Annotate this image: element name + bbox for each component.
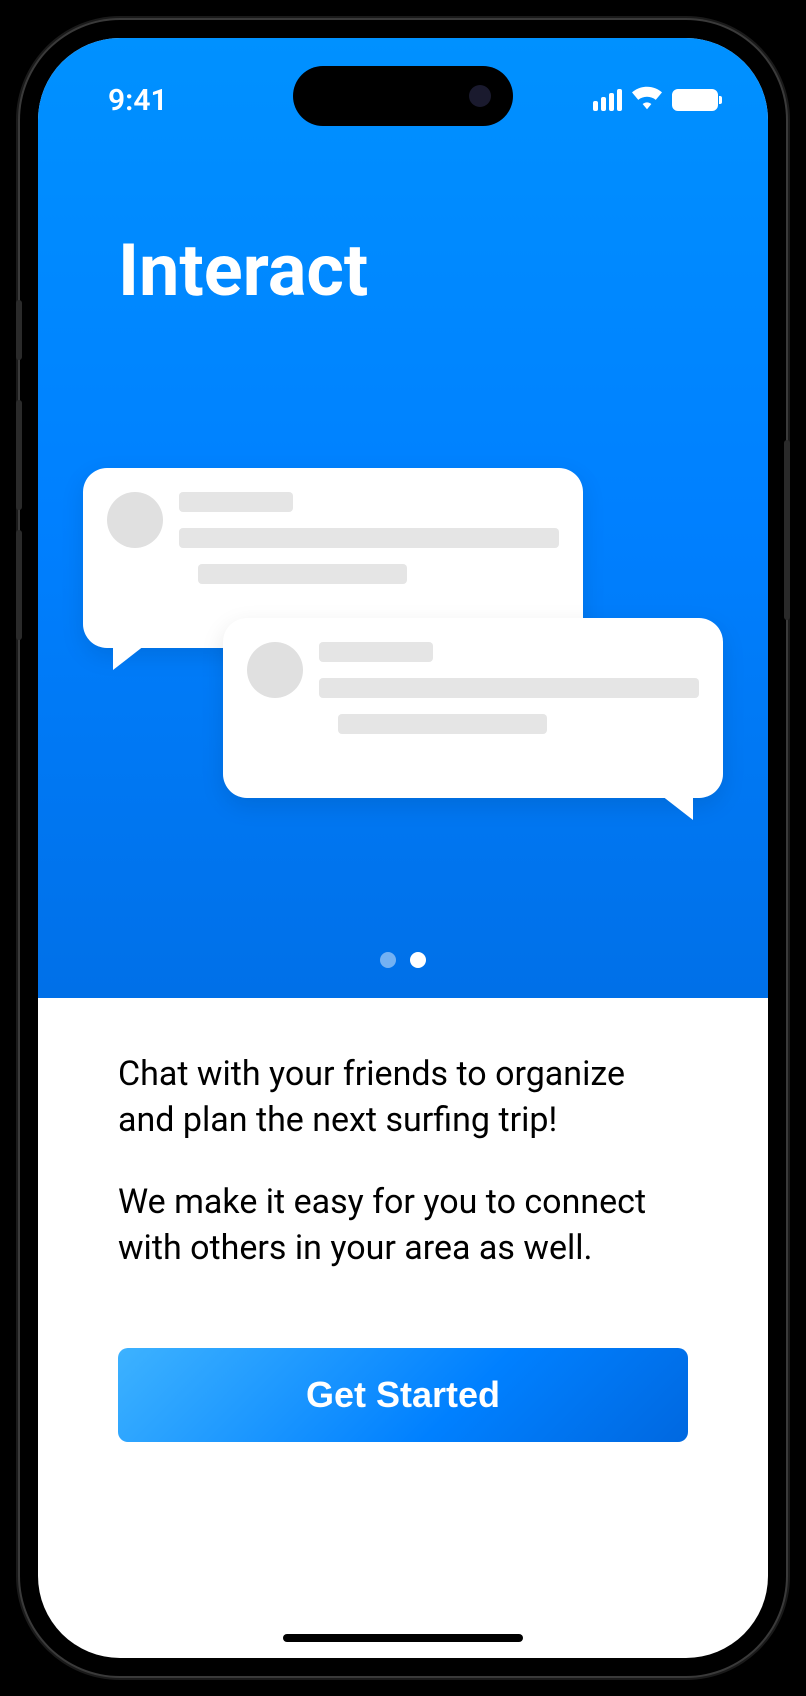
battery-icon (672, 89, 718, 111)
phone-frame: 9:41 Interact (20, 20, 786, 1676)
page-dot[interactable] (380, 952, 396, 968)
chat-illustration (83, 468, 723, 848)
page-indicator[interactable] (380, 952, 426, 968)
silent-switch (16, 300, 22, 360)
wifi-icon (632, 86, 662, 114)
hero-section[interactable]: Interact (38, 38, 768, 998)
volume-up-button (16, 400, 22, 510)
description-text: Chat with your friends to organize and p… (118, 1052, 688, 1144)
screen: 9:41 Interact (38, 38, 768, 1658)
text-placeholder-line (338, 714, 547, 734)
home-indicator[interactable] (283, 1634, 523, 1642)
cellular-signal-icon (593, 89, 622, 111)
description-text: We make it easy for you to connect with … (118, 1180, 688, 1272)
status-time: 9:41 (108, 83, 168, 118)
status-icons (593, 86, 718, 114)
chat-bubble-icon (223, 618, 723, 798)
power-button (784, 440, 790, 620)
text-placeholder-line (319, 678, 699, 698)
content-section: Chat with your friends to organize and p… (38, 998, 768, 1482)
page-dot-active[interactable] (410, 952, 426, 968)
text-placeholder-line (179, 528, 559, 548)
text-placeholder-line (319, 642, 433, 662)
volume-down-button (16, 530, 22, 640)
avatar-placeholder-icon (107, 492, 163, 548)
text-placeholder-line (179, 492, 293, 512)
get-started-button[interactable]: Get Started (118, 1348, 688, 1442)
dynamic-island (293, 66, 513, 126)
avatar-placeholder-icon (247, 642, 303, 698)
text-placeholder-line (198, 564, 407, 584)
page-title: Interact (38, 228, 768, 313)
